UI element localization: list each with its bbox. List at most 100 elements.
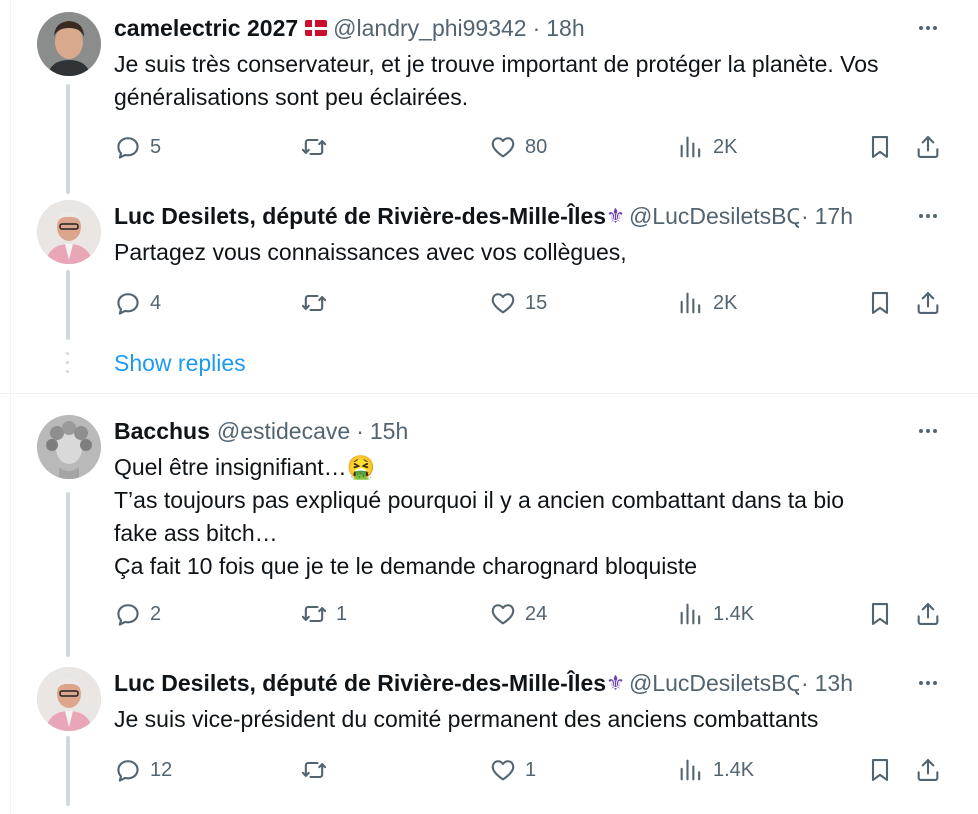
retweet-icon xyxy=(300,289,328,317)
reply-button[interactable]: 5 xyxy=(114,130,161,164)
tweet-line: Ça fait 10 fois que je te le demande cha… xyxy=(114,553,698,579)
analytics-icon xyxy=(677,289,705,317)
reply-icon xyxy=(114,756,142,784)
analytics-icon xyxy=(677,756,705,784)
tweet-header: Bacchus @estidecave · 15h xyxy=(114,416,958,446)
reply-button[interactable]: 12 xyxy=(114,753,172,787)
heart-icon xyxy=(489,289,517,317)
action-bar: 4 15 2K xyxy=(114,286,944,320)
views-button[interactable]: 1.4K xyxy=(677,753,754,787)
views-button[interactable]: 2K xyxy=(677,130,737,164)
tweet-header: Luc Desilets, député de Rivière-des-Mill… xyxy=(114,668,958,698)
avatar[interactable] xyxy=(37,415,101,479)
views-button[interactable]: 2K xyxy=(677,286,737,320)
likes-count: 15 xyxy=(525,291,548,314)
tweet-line: Je suis très conservateur, et je trouve … xyxy=(114,51,879,77)
likes-count: 24 xyxy=(525,602,548,625)
fleur-de-lis-icon: ⚜ xyxy=(606,671,625,695)
separator: · xyxy=(800,202,809,229)
handle[interactable]: @LucDesiletsBQ xyxy=(629,670,799,697)
views-button[interactable]: 1.4K xyxy=(677,597,754,631)
replies-count: 12 xyxy=(150,758,173,781)
retweet-button[interactable]: 1 xyxy=(300,597,347,631)
tweet-line: généralisations sont peu éclairées. xyxy=(114,84,469,110)
bookmark-button[interactable] xyxy=(866,130,894,164)
timestamp[interactable]: 17h xyxy=(815,203,853,230)
share-button[interactable] xyxy=(914,130,942,164)
timeline-border xyxy=(10,0,11,814)
handle[interactable]: @estidecave xyxy=(217,418,350,445)
like-button[interactable]: 80 xyxy=(489,130,547,164)
more-options-icon[interactable] xyxy=(914,14,942,42)
bookmark-icon xyxy=(866,289,894,317)
bookmark-button[interactable] xyxy=(866,597,894,631)
like-button[interactable]: 15 xyxy=(489,286,547,320)
handle[interactable]: @LucDesiletsBQ xyxy=(629,203,799,230)
views-count: 2K xyxy=(713,291,738,314)
reply-button[interactable]: 4 xyxy=(114,286,161,320)
replies-count: 4 xyxy=(150,291,162,314)
replies-count: 2 xyxy=(150,602,162,625)
thread-dots xyxy=(66,352,70,379)
handle[interactable]: @landry_phi99342 xyxy=(333,15,526,42)
retweet-button[interactable] xyxy=(300,753,336,787)
retweet-button[interactable] xyxy=(300,286,336,320)
share-icon xyxy=(914,289,942,317)
tweet-line: fake ass bitch… xyxy=(114,520,278,546)
denmark-flag-icon xyxy=(305,20,328,36)
more-options-icon[interactable] xyxy=(914,202,942,230)
tweet-text: Je suis vice-président du comité permane… xyxy=(114,703,944,736)
display-name[interactable]: Luc Desilets, député de Rivière-des-Mill… xyxy=(114,203,606,230)
reply-icon xyxy=(114,133,142,161)
timestamp[interactable]: 13h xyxy=(815,670,853,697)
likes-count: 80 xyxy=(525,135,548,158)
analytics-icon xyxy=(677,600,705,628)
retweet-icon xyxy=(300,756,328,784)
action-bar: 12 1 1.4K xyxy=(114,753,944,787)
more-options-icon[interactable] xyxy=(914,417,942,445)
like-button[interactable]: 1 xyxy=(489,753,536,787)
timestamp[interactable]: 15h xyxy=(370,418,408,445)
heart-icon xyxy=(489,133,517,161)
avatar[interactable] xyxy=(37,667,101,731)
display-name[interactable]: Bacchus xyxy=(114,418,210,445)
more-options-icon[interactable] xyxy=(914,669,942,697)
retweet-button[interactable] xyxy=(300,130,336,164)
thread-line xyxy=(66,736,70,806)
display-name[interactable]: camelectric 2027 xyxy=(114,15,298,42)
bookmark-icon xyxy=(866,756,894,784)
bookmark-button[interactable] xyxy=(866,753,894,787)
divider xyxy=(0,393,978,394)
separator: · xyxy=(800,669,809,696)
share-button[interactable] xyxy=(914,753,942,787)
action-bar: 5 80 2K xyxy=(114,130,944,164)
share-icon xyxy=(914,756,942,784)
avatar[interactable] xyxy=(37,200,101,264)
fleur-de-lis-icon: ⚜ xyxy=(606,204,625,228)
share-button[interactable] xyxy=(914,597,942,631)
show-replies-link[interactable]: Show replies xyxy=(114,350,246,377)
like-button[interactable]: 24 xyxy=(489,597,547,631)
separator: · xyxy=(532,14,541,41)
views-count: 1.4K xyxy=(713,602,755,625)
reply-button[interactable]: 2 xyxy=(114,597,161,631)
views-count: 1.4K xyxy=(713,758,755,781)
heart-icon xyxy=(489,600,517,628)
timestamp[interactable]: 18h xyxy=(546,15,584,42)
share-button[interactable] xyxy=(914,286,942,320)
analytics-icon xyxy=(677,133,705,161)
tweet-line: T’as toujours pas expliqué pourquoi il y… xyxy=(114,487,845,513)
thread-line xyxy=(66,84,70,194)
replies-count: 5 xyxy=(150,135,162,158)
retweets-count: 1 xyxy=(336,602,348,625)
tweet-text: Je suis très conservateur, et je trouve … xyxy=(114,48,944,114)
action-bar: 2 1 24 1.4K xyxy=(114,597,944,631)
avatar[interactable] xyxy=(37,12,101,76)
bookmark-button[interactable] xyxy=(866,286,894,320)
display-name[interactable]: Luc Desilets, député de Rivière-des-Mill… xyxy=(114,670,606,697)
bookmark-icon xyxy=(866,133,894,161)
bookmark-icon xyxy=(866,600,894,628)
tweet-header: camelectric 2027 @landry_phi99342 · 18h xyxy=(114,13,958,43)
tweet-text: Quel être insignifiant…🤮 T’as toujours p… xyxy=(114,451,944,583)
thread-line xyxy=(66,270,70,340)
